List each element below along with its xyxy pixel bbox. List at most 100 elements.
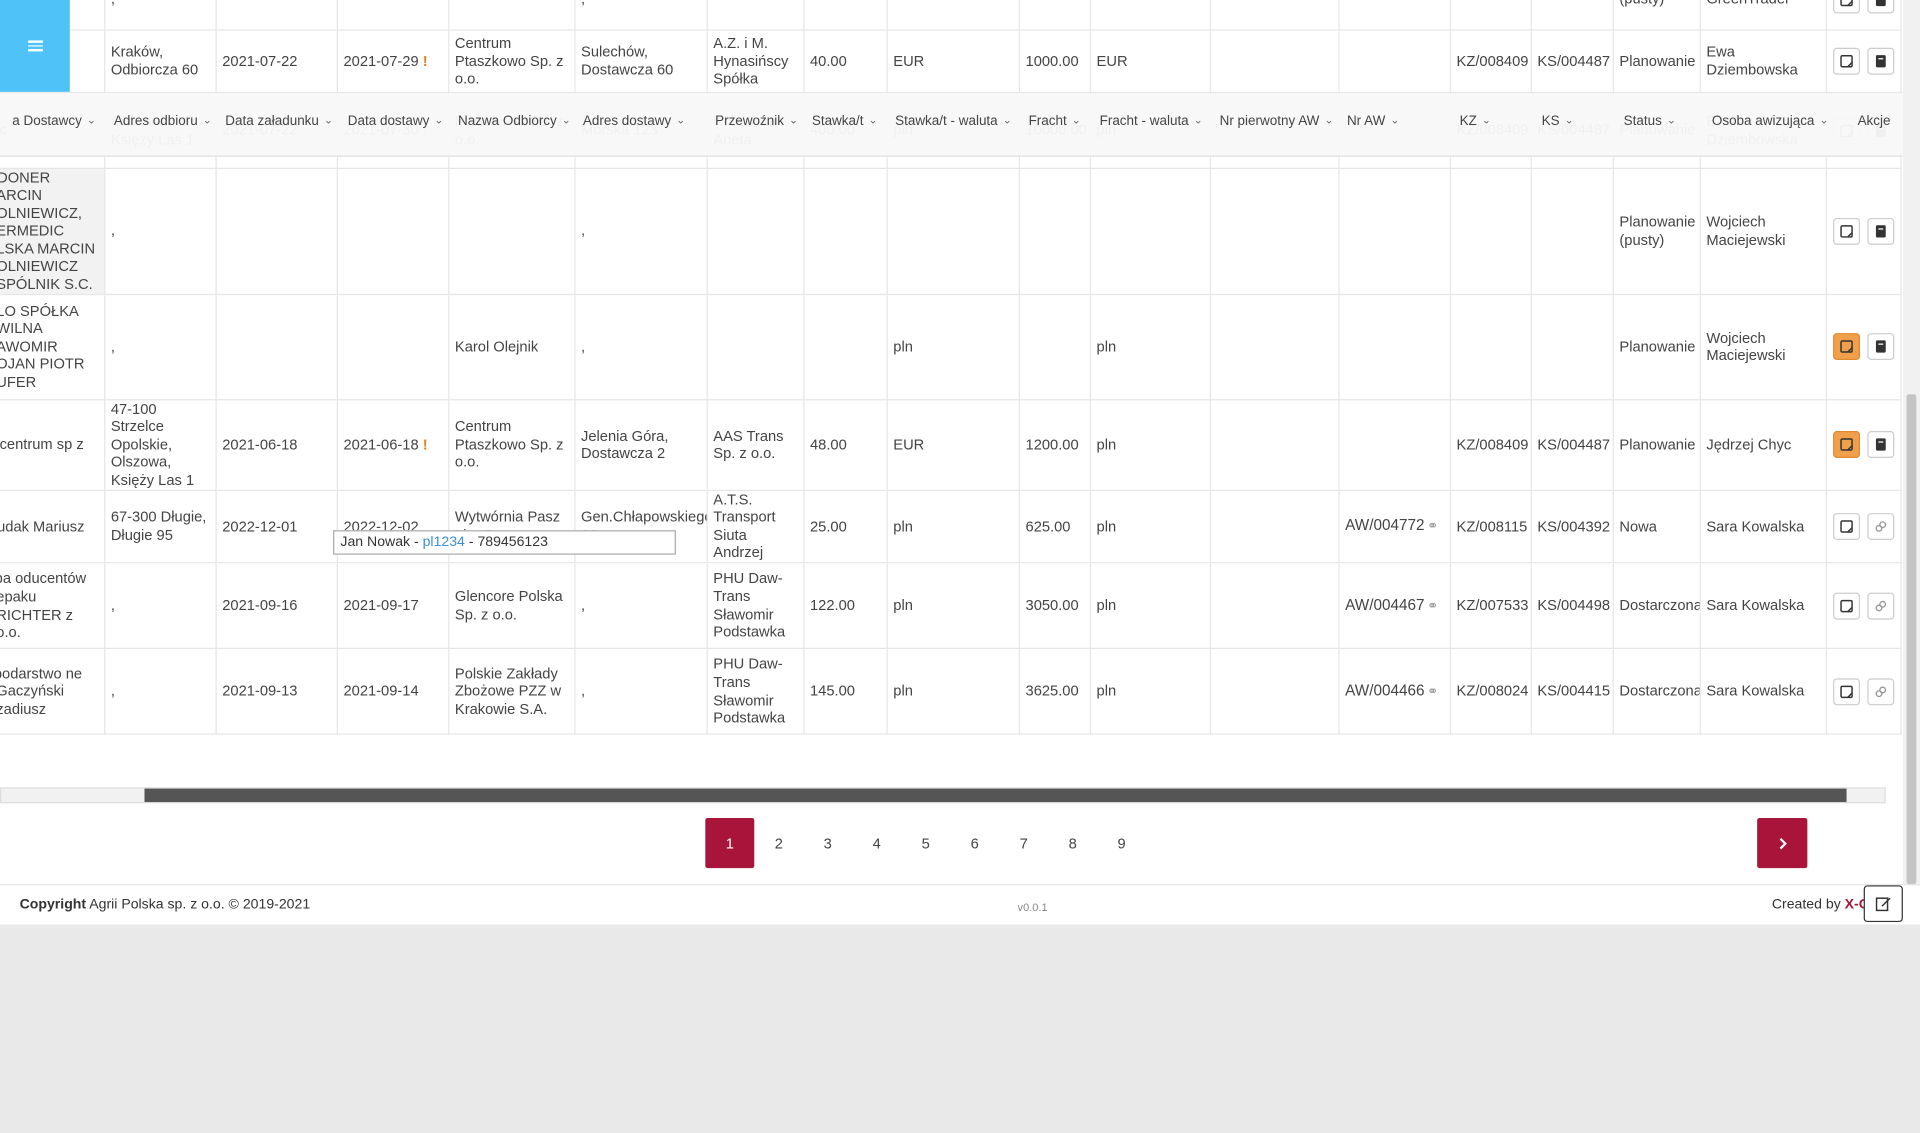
column-header[interactable]: Data dostawy ⌄ xyxy=(348,114,444,129)
table-row[interactable]: ,, (pusty) GreenTrader xyxy=(0,0,1902,31)
chevron-down-icon[interactable]: ⌄ xyxy=(324,114,333,127)
table-cell-fracht xyxy=(1018,294,1091,400)
column-header-label: Fracht xyxy=(1028,113,1067,129)
note-button[interactable] xyxy=(1832,0,1860,14)
page: ,,(pusty)GreenTradersp zKraków, Odbiorcz… xyxy=(0,0,1920,925)
page-button[interactable]: 4 xyxy=(852,818,901,868)
page-button[interactable]: 2 xyxy=(754,818,803,868)
column-header[interactable]: Fracht - waluta ⌄ xyxy=(1100,114,1203,129)
column-header[interactable]: Data załadunku ⌄ xyxy=(225,114,333,129)
column-header[interactable]: Adres dostawy ⌄ xyxy=(583,114,685,129)
chevron-down-icon[interactable]: ⌄ xyxy=(203,114,212,127)
cell-value: pln xyxy=(893,682,913,700)
table-cell-zal xyxy=(215,294,338,400)
column-header[interactable]: Osoba awizująca ⌄ xyxy=(1712,114,1829,129)
table-row[interactable]: rocentrum sp z 47-100 Strzelce Opolskie, … xyxy=(0,399,1902,491)
table-row[interactable]: NDONER ARCIN OLNIEWICZ, ERMEDIC LSKA MAR… xyxy=(0,167,1902,295)
chevron-down-icon[interactable]: ⌄ xyxy=(789,114,798,127)
document-button[interactable] xyxy=(1866,431,1894,459)
cell-value: Kraków, Odbiorcza 60 xyxy=(110,43,199,79)
page-button[interactable]: 1 xyxy=(705,817,755,869)
chevron-down-icon[interactable]: ⌄ xyxy=(87,114,96,127)
chevron-down-icon[interactable]: ⌄ xyxy=(1194,114,1203,127)
column-header[interactable]: Fracht ⌄ xyxy=(1029,114,1081,129)
table-row[interactable]: Cudak Mariusz 67-300 Długie, Długie 95 202… xyxy=(0,489,1902,564)
note-button[interactable] xyxy=(1832,592,1860,619)
cell-value[interactable]: AW/004467 xyxy=(1345,596,1424,613)
chevron-down-icon[interactable]: ⌄ xyxy=(1565,114,1574,127)
feedback-button[interactable] xyxy=(1863,885,1903,923)
vertical-scrollbar-thumb[interactable] xyxy=(1906,394,1917,885)
note-button[interactable] xyxy=(1832,512,1860,540)
column-header[interactable]: KS ⌄ xyxy=(1542,114,1574,129)
page-button[interactable]: 8 xyxy=(1048,818,1097,868)
table-row[interactable]: spodarstwo ne Gaczyński zadiusz, 2021-09-… xyxy=(0,648,1902,735)
note-button[interactable] xyxy=(1832,217,1860,245)
note-button[interactable] xyxy=(1832,333,1860,361)
chevron-down-icon[interactable]: ⌄ xyxy=(1072,114,1081,127)
document-button[interactable] xyxy=(1866,333,1894,361)
table-row[interactable]: sp zKraków, Odbiorcza 602021-07-222021-0… xyxy=(0,29,1902,94)
document-button[interactable] xyxy=(1866,0,1894,14)
page-button[interactable]: 3 xyxy=(803,818,852,868)
column-header[interactable]: Adres odbioru ⌄ xyxy=(114,114,212,129)
next-page-button[interactable] xyxy=(1757,817,1808,869)
cell-value: Cudak Mariusz xyxy=(0,517,85,535)
column-header[interactable]: Nazwa Odbiorcy ⌄ xyxy=(458,114,571,129)
link-button[interactable] xyxy=(1866,677,1894,705)
column-header[interactable]: Przewoźnik ⌄ xyxy=(715,114,798,129)
cell-value: KS/004392 xyxy=(1537,517,1611,535)
table-cell-odbior: , xyxy=(104,562,217,649)
hamburger-icon xyxy=(27,38,43,54)
horizontal-scrollbar[interactable] xyxy=(0,787,1886,804)
chevron-down-icon[interactable]: ⌄ xyxy=(1482,114,1491,127)
table-row[interactable]: upa oducentów epaku RICHTER z o.o., 2021-… xyxy=(0,562,1902,649)
column-header[interactable]: Stawka/t ⌄ xyxy=(812,114,878,129)
document-button[interactable] xyxy=(1866,217,1894,245)
column-header[interactable]: Status ⌄ xyxy=(1624,114,1676,129)
page-button[interactable]: 7 xyxy=(999,818,1048,868)
table-cell-npaw xyxy=(1209,29,1339,94)
column-header[interactable]: Nr pierwotny AW ⌄ xyxy=(1220,114,1334,129)
document-button[interactable] xyxy=(1866,47,1894,75)
link-icon[interactable]: ⚭ xyxy=(1427,684,1438,699)
cell-value[interactable]: AW/004772 xyxy=(1345,517,1424,534)
column-header-label: Stawka/t xyxy=(811,113,864,129)
table-cell-zal: 2021-09-13 xyxy=(215,648,338,735)
chevron-down-icon[interactable]: ⌄ xyxy=(562,114,571,127)
menu-toggle-button[interactable] xyxy=(0,0,70,92)
link-icon[interactable]: ⚭ xyxy=(1427,519,1438,534)
link-icon xyxy=(1874,685,1886,697)
column-header[interactable]: KZ ⌄ xyxy=(1460,114,1491,129)
note-button[interactable] xyxy=(1832,431,1860,459)
scrollbar-thumb[interactable] xyxy=(144,788,1847,803)
table-cell-npaw xyxy=(1209,489,1339,564)
chevron-down-icon[interactable]: ⌄ xyxy=(1819,114,1828,127)
page-button[interactable]: 5 xyxy=(901,818,950,868)
column-header[interactable]: Akcje xyxy=(1858,114,1891,129)
chevron-down-icon[interactable]: ⌄ xyxy=(1667,114,1676,127)
page-button[interactable]: 9 xyxy=(1097,818,1146,868)
chevron-down-icon[interactable]: ⌄ xyxy=(1324,114,1333,127)
link-button[interactable] xyxy=(1866,592,1894,619)
column-header[interactable]: a Dostawcy ⌄ xyxy=(12,114,96,129)
vertical-scrollbar[interactable] xyxy=(1902,0,1920,885)
cell-value[interactable]: AW/004466 xyxy=(1345,682,1424,699)
chevron-down-icon[interactable]: ⌄ xyxy=(868,114,877,127)
tooltip-link[interactable]: pl1234 xyxy=(423,535,465,550)
table-cell-status: Planowanie xyxy=(1612,29,1701,94)
note-button[interactable] xyxy=(1832,677,1860,705)
cell-value: Ewa Dziembowska xyxy=(1706,43,1798,79)
cell-value: (pusty) xyxy=(1619,0,1664,8)
page-button[interactable]: 6 xyxy=(950,818,999,868)
chevron-down-icon[interactable]: ⌄ xyxy=(1003,114,1012,127)
chevron-down-icon[interactable]: ⌄ xyxy=(1390,114,1399,127)
column-header[interactable]: Stawka/t - waluta ⌄ xyxy=(895,114,1012,129)
table-row[interactable]: ALO SPÓŁKA WILNA AWOMIR OJAN PIOTR UFER,… xyxy=(0,294,1902,400)
chevron-down-icon[interactable]: ⌄ xyxy=(676,114,685,127)
link-button[interactable] xyxy=(1866,512,1894,540)
link-icon[interactable]: ⚭ xyxy=(1427,598,1438,613)
chevron-down-icon[interactable]: ⌄ xyxy=(434,114,443,127)
column-header[interactable]: Nr AW ⌄ xyxy=(1347,114,1400,129)
note-button[interactable] xyxy=(1832,47,1860,75)
